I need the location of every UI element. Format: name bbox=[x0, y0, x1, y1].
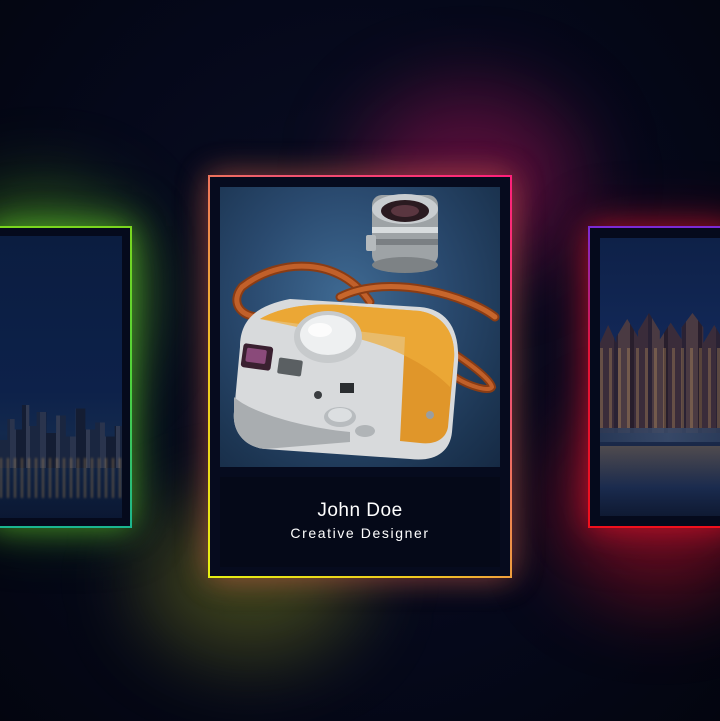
carousel-card-right[interactable] bbox=[588, 226, 720, 528]
carousel-card-left[interactable] bbox=[0, 226, 132, 528]
carousel-card-center[interactable]: John Doe Creative Designer bbox=[208, 175, 512, 578]
window-lights bbox=[600, 348, 720, 428]
profile-name: John Doe bbox=[317, 500, 403, 521]
canal-houses-photo bbox=[600, 238, 720, 516]
camera-photo bbox=[220, 187, 500, 467]
camera-illustration bbox=[232, 194, 500, 460]
city-skyline-photo bbox=[0, 236, 122, 518]
canal-water bbox=[600, 446, 720, 516]
profile-role: Creative Designer bbox=[290, 525, 430, 541]
city-lights bbox=[0, 458, 122, 498]
profile-info-panel: John Doe Creative Designer bbox=[220, 477, 500, 567]
stage: John Doe Creative Designer bbox=[0, 0, 720, 721]
boat-shape bbox=[600, 428, 720, 442]
